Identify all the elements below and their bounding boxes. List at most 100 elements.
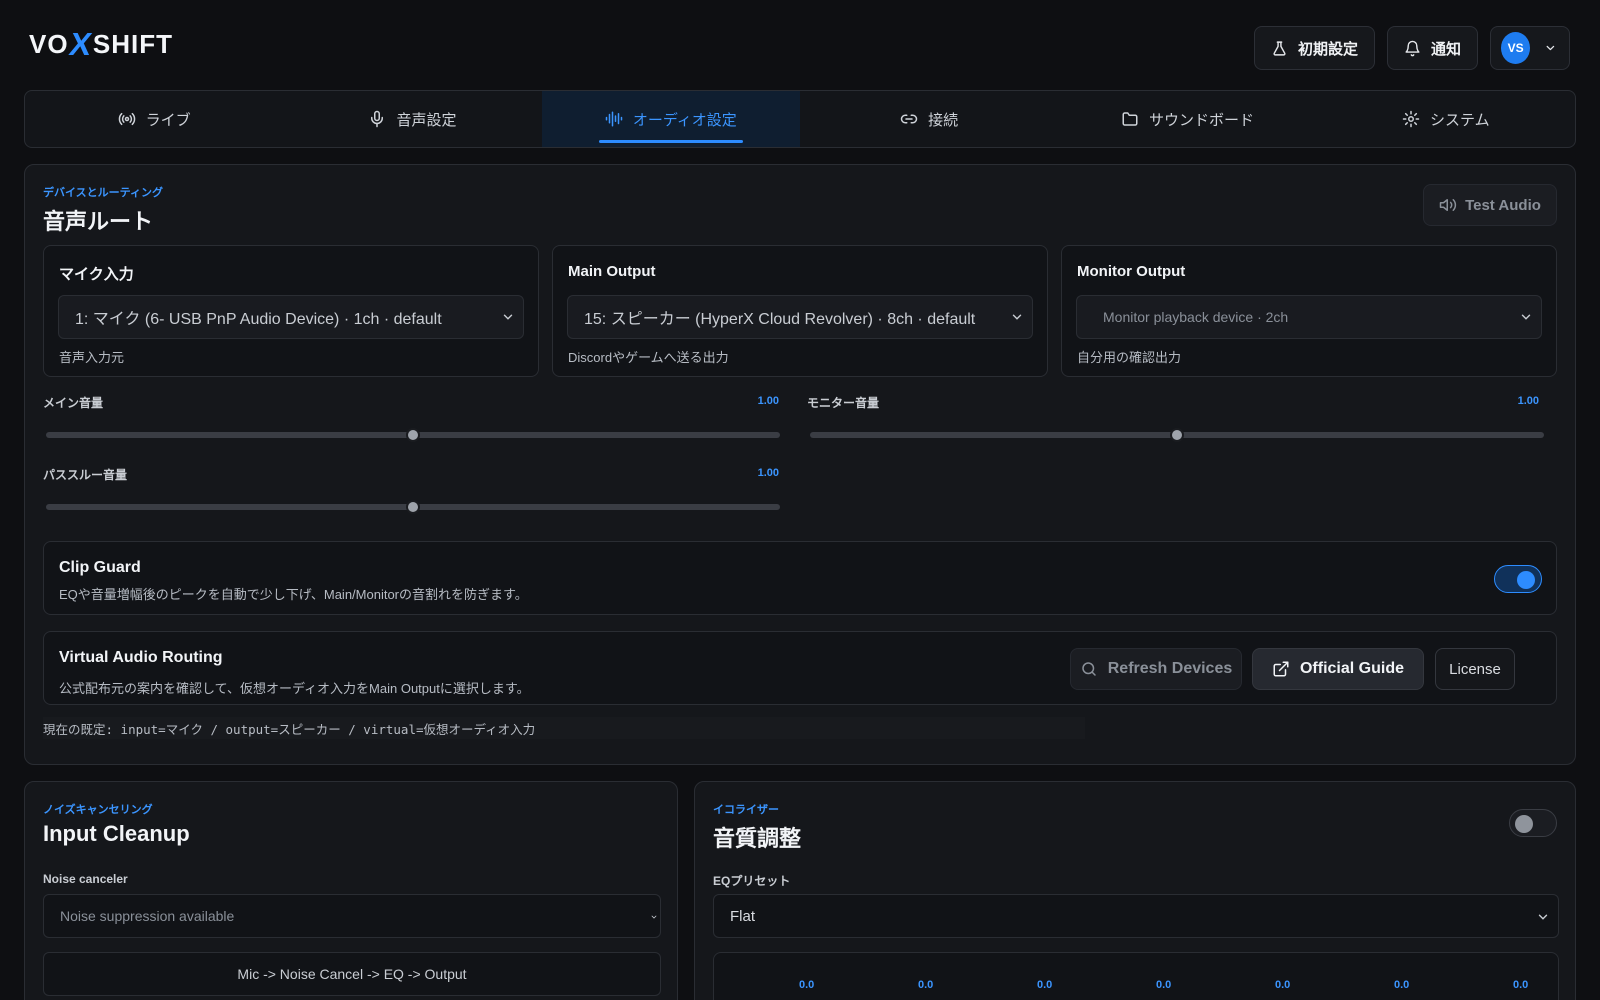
mic-input-card: マイク入力 1: マイク (6- USB PnP Audio Device) ·… — [43, 245, 539, 377]
monitor-output-value: Monitor playback device · 2ch — [1103, 309, 1289, 325]
refresh-devices-button[interactable]: Refresh Devices — [1070, 648, 1242, 690]
monitor-volume-value: 1.00 — [1517, 395, 1539, 407]
eq-panel: イコライザー 音質調整 EQプリセット Flat 0.0 0.0 0.0 0.0… — [694, 781, 1576, 1000]
test-audio-button[interactable]: Test Audio — [1423, 184, 1557, 226]
clip-guard-toggle[interactable] — [1494, 565, 1542, 593]
eq-band-value: 0.0 — [799, 979, 815, 991]
eq-band-value: 0.0 — [1156, 979, 1172, 991]
monitor-volume-thumb[interactable] — [1170, 428, 1184, 442]
main-output-hint: Discordやゲームへ送る出力 — [568, 350, 729, 365]
tab-system-label: システム — [1430, 111, 1490, 129]
avatar: VS — [1501, 32, 1531, 64]
eq-band-value: 0.0 — [1394, 979, 1410, 991]
eq-preset-label: EQプリセット — [713, 874, 791, 888]
eq-band-value: 0.0 — [1275, 979, 1291, 991]
eq-preset-select[interactable]: Flat — [713, 894, 1559, 938]
monitor-volume-slider[interactable] — [810, 428, 1544, 442]
input-cleanup-panel: ノイズキャンセリング Input Cleanup Noise canceler … — [24, 781, 678, 1000]
tab-live-label: ライブ — [145, 111, 191, 129]
monitor-output-label: Monitor Output — [1077, 263, 1186, 280]
noise-canceler-select[interactable]: Noise suppression available — [43, 894, 661, 938]
license-button[interactable]: License — [1435, 648, 1515, 690]
clip-guard-title: Clip Guard — [59, 559, 141, 576]
folder-icon — [1122, 112, 1138, 126]
monitor-output-select[interactable]: Monitor playback device · 2ch — [1076, 295, 1542, 339]
eq-band-value: 0.0 — [918, 979, 934, 991]
main-volume-thumb[interactable] — [406, 428, 420, 442]
eq-toggle[interactable] — [1509, 809, 1557, 837]
main-output-value: 15: スピーカー (HyperX Cloud Revolver) · 8ch … — [584, 311, 976, 328]
passthrough-volume-thumb[interactable] — [406, 500, 420, 514]
tab-connection-label: 接続 — [928, 111, 959, 129]
eq-eyebrow: イコライザー — [713, 804, 779, 816]
processing-chain-text: Mic -> Noise Cancel -> EQ -> Output — [237, 966, 467, 982]
flask-icon — [1273, 40, 1286, 56]
app-logo: VO X SHIFT — [29, 26, 174, 62]
refresh-devices-label: Refresh Devices — [1107, 660, 1233, 677]
monitor-output-hint: 自分用の確認出力 — [1077, 350, 1182, 365]
eq-title: 音質調整 — [713, 826, 802, 851]
cleanup-eyebrow: ノイズキャンセリング — [43, 804, 153, 816]
tab-soundboard-label: サウンドボード — [1148, 111, 1254, 129]
tab-audio-settings-label: オーディオ設定 — [632, 111, 737, 129]
tab-live[interactable]: ライブ — [25, 91, 283, 147]
main-volume-slider[interactable] — [46, 428, 780, 442]
logo-text-right: SHIFT — [92, 28, 174, 59]
clip-guard-desc: EQや音量増幅後のピークを自動で少し下げ、Main/Monitorの音割れを防ぎ… — [59, 587, 528, 602]
speaker-icon — [1439, 199, 1457, 211]
mic-input-select[interactable]: 1: マイク (6- USB PnP Audio Device) · 1ch ·… — [58, 295, 524, 339]
tab-connection[interactable]: 接続 — [800, 91, 1058, 147]
main-volume-value: 1.00 — [757, 395, 779, 407]
eq-band-value: 0.0 — [1037, 979, 1053, 991]
notifications-label: 通知 — [1430, 40, 1461, 58]
noise-canceler-value: Noise suppression available — [60, 908, 235, 924]
main-output-label: Main Output — [568, 263, 656, 280]
clip-guard-card: Clip Guard EQや音量増幅後のピークを自動で少し下げ、Main/Mon… — [43, 541, 1557, 615]
official-guide-label: Official Guide — [1299, 660, 1404, 677]
toggle-knob — [1515, 815, 1533, 833]
official-guide-button[interactable]: Official Guide — [1252, 648, 1424, 690]
top-bar: VO X SHIFT 初期設定 通知 VS — [0, 0, 1600, 90]
main-volume-label: メイン音量 — [43, 396, 104, 410]
main-output-select[interactable]: 15: スピーカー (HyperX Cloud Revolver) · 8ch … — [567, 295, 1033, 339]
tab-audio-settings[interactable]: オーディオ設定 — [541, 91, 800, 147]
processing-chain: Mic -> Noise Cancel -> EQ -> Output — [43, 952, 661, 996]
initial-setup-label: 初期設定 — [1297, 40, 1358, 58]
license-label: License — [1449, 660, 1501, 678]
main-tabs: ライブ 音声設定 オーディオ設定 接続 サウンドボード システム — [24, 90, 1576, 148]
virtual-routing-title: Virtual Audio Routing — [59, 649, 223, 666]
microphone-icon — [371, 110, 384, 128]
header-actions: 初期設定 通知 VS — [1253, 26, 1570, 70]
monitor-output-card: Monitor Output Monitor playback device ·… — [1061, 245, 1557, 377]
chevron-down-icon — [1538, 914, 1548, 920]
chevron-down-icon — [1521, 314, 1531, 320]
passthrough-volume-label: パススルー音量 — [43, 468, 128, 482]
cleanup-title: Input Cleanup — [43, 821, 190, 846]
default-devices-status: 現在の既定: input=マイク / output=スピーカー / virtua… — [43, 717, 1085, 739]
tab-soundboard[interactable]: サウンドボード — [1058, 91, 1316, 147]
mic-input-hint: 音声入力元 — [59, 350, 125, 365]
tab-system[interactable]: システム — [1317, 91, 1575, 147]
eq-preset-value: Flat — [730, 907, 756, 925]
chevron-down-icon — [1012, 314, 1022, 320]
eq-bands-area: 0.0 0.0 0.0 0.0 0.0 0.0 0.0 — [713, 952, 1559, 1000]
audio-route-panel: デバイスとルーティング 音声ルート Test Audio マイク入力 1: マイ… — [24, 164, 1576, 765]
logo-x-mark: X — [66, 26, 96, 62]
chevron-down-icon — [1546, 45, 1555, 51]
passthrough-volume-value: 1.00 — [757, 467, 779, 479]
tab-voice-settings[interactable]: 音声設定 — [283, 91, 541, 147]
mic-input-label: マイク入力 — [59, 266, 134, 283]
external-link-icon — [1273, 661, 1289, 677]
chevron-down-icon — [503, 314, 513, 320]
chevron-down-icon — [651, 915, 657, 919]
broadcast-icon — [118, 112, 135, 126]
notifications-button[interactable]: 通知 — [1386, 26, 1478, 70]
initial-setup-button[interactable]: 初期設定 — [1253, 26, 1375, 70]
test-audio-label: Test Audio — [1465, 196, 1541, 214]
eq-band-value: 0.0 — [1513, 979, 1529, 991]
search-icon — [1081, 662, 1096, 676]
account-menu-button[interactable]: VS — [1490, 26, 1570, 70]
audio-wave-icon — [605, 111, 623, 127]
passthrough-volume-slider[interactable] — [46, 500, 780, 514]
toggle-knob — [1517, 571, 1535, 589]
